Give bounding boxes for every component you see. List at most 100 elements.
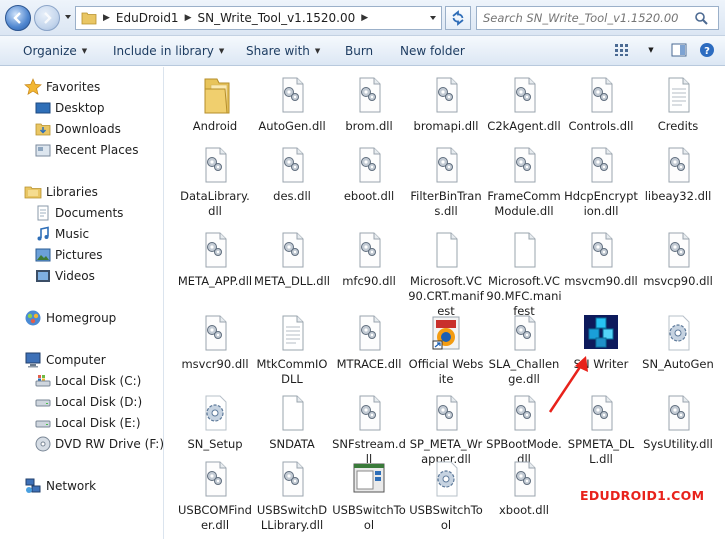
file-item[interactable]: Microsoft.VC90.MFC.manifest (485, 230, 563, 319)
file-name: MTRACE.dll (336, 357, 402, 371)
nav-downloads[interactable]: Downloads (35, 121, 121, 137)
chevron-right-icon[interactable]: ▶ (361, 13, 368, 23)
nav-documents[interactable]: Documents (35, 205, 123, 221)
file-item[interactable]: META_DLL.dll (253, 230, 331, 289)
file-item[interactable]: SN_Setup (176, 393, 254, 452)
nav-local-disk-e[interactable]: Local Disk (E:) (35, 415, 141, 431)
nav-label: Videos (55, 269, 95, 283)
file-item[interactable]: libeay32.dll (639, 145, 717, 204)
nav-label: Music (55, 227, 90, 241)
address-box[interactable]: ▶ EduDroid1 ▶ SN_Write_Tool_v1.1520.00 ▶ (75, 6, 442, 30)
nav-label: Network (46, 479, 97, 493)
nav-pictures[interactable]: Pictures (35, 247, 103, 263)
preview-pane-button[interactable] (669, 41, 689, 59)
file-item[interactable]: USBSwitchTool (407, 459, 485, 533)
file-item[interactable]: Android (176, 75, 254, 134)
view-dropdown[interactable]: ▼ (641, 41, 661, 59)
nav-homegroup[interactable]: Homegroup (24, 309, 116, 327)
file-item[interactable]: SNDATA (253, 393, 331, 452)
include-in-library-button[interactable]: Include in library ▼ (113, 44, 224, 58)
dll-file-icon (282, 232, 304, 268)
file-item[interactable]: AutoGen.dll (253, 75, 331, 134)
nav-label: Computer (46, 353, 106, 367)
organize-button[interactable]: Organize ▼ (23, 44, 87, 58)
file-icon-wrapper (428, 459, 464, 499)
nav-desktop[interactable]: Desktop (35, 100, 105, 116)
file-name: META_APP.dll (177, 274, 253, 288)
share-with-button[interactable]: Share with ▼ (246, 44, 320, 58)
homegroup-icon (25, 310, 41, 326)
file-item[interactable]: SNFstream.dll (330, 393, 408, 467)
file-item[interactable]: eboot.dll (330, 145, 408, 204)
back-button[interactable] (5, 5, 31, 31)
forward-button[interactable] (34, 5, 60, 31)
chevron-down-icon: ▼ (648, 46, 654, 54)
new-folder-button[interactable]: New folder (400, 44, 465, 58)
nav-videos[interactable]: Videos (35, 268, 95, 284)
file-item[interactable]: SN_AutoGen (639, 313, 717, 372)
file-item[interactable]: SysUtility.dll (639, 393, 717, 452)
watermark-text: EDUDROID1.COM (580, 488, 705, 503)
nav-local-disk-d[interactable]: Local Disk (D:) (35, 394, 142, 410)
file-item[interactable]: FrameCommModule.dll (485, 145, 563, 219)
search-input[interactable] (477, 11, 692, 25)
file-item[interactable]: Official Website (407, 313, 485, 387)
nav-recent-places[interactable]: Recent Places (35, 142, 138, 158)
file-name: SN_Setup (187, 437, 243, 451)
file-item[interactable]: msvcr90.dll (176, 313, 254, 372)
change-view-button[interactable] (613, 41, 633, 59)
refresh-button[interactable] (445, 6, 471, 30)
file-item[interactable]: bromapi.dll (407, 75, 485, 134)
nav-network[interactable]: Network (24, 477, 96, 495)
breadcrumb-item[interactable]: SN_Write_Tool_v1.1520.00 (198, 11, 356, 25)
help-button[interactable]: ? (697, 41, 717, 59)
dll-file-icon (514, 147, 536, 183)
file-item[interactable]: Controls.dll (562, 75, 640, 134)
file-icon-wrapper (197, 145, 233, 185)
nav-local-disk-c[interactable]: Local Disk (C:) (35, 373, 141, 389)
file-name: SNDATA (269, 437, 315, 451)
file-item[interactable]: xboot.dll (485, 459, 563, 518)
nav-favorites[interactable]: Favorites (24, 78, 100, 96)
file-item[interactable]: des.dll (253, 145, 331, 204)
file-item[interactable]: DataLibrary.dll (176, 145, 254, 219)
file-item[interactable]: HdcpEncryption.dll (562, 145, 640, 219)
nav-music[interactable]: Music (35, 226, 89, 242)
nav-libraries[interactable]: Libraries (24, 183, 98, 201)
chevron-down-icon[interactable] (429, 14, 437, 22)
file-icon-wrapper (274, 145, 310, 185)
chevron-right-icon[interactable]: ▶ (185, 13, 192, 23)
file-item[interactable]: FilterBinTrans.dll (407, 145, 485, 219)
nav-label: Homegroup (46, 311, 117, 325)
dll-file-icon (591, 147, 613, 183)
dll-file-icon (282, 461, 304, 497)
nav-computer[interactable]: Computer (24, 351, 106, 369)
file-item[interactable]: C2kAgent.dll (485, 75, 563, 134)
file-item[interactable]: Credits (639, 75, 717, 134)
file-item[interactable]: USBSwitchTool (330, 459, 408, 533)
file-name: FilterBinTrans.dll (410, 189, 482, 218)
file-icon-wrapper (583, 75, 619, 115)
burn-button[interactable]: Burn (345, 44, 373, 58)
file-item[interactable]: MTRACE.dll (330, 313, 408, 372)
file-item[interactable]: brom.dll (330, 75, 408, 134)
file-item[interactable]: Microsoft.VC90.CRT.manifest (407, 230, 485, 319)
search-box[interactable] (476, 6, 719, 30)
blank-file-icon (514, 232, 536, 268)
breadcrumb-item[interactable]: EduDroid1 (116, 11, 179, 25)
file-item[interactable]: MtkCommIODLL (253, 313, 331, 387)
nav-label: Local Disk (C:) (55, 374, 142, 388)
file-item[interactable]: USBSwitchDLLibrary.dll (253, 459, 331, 533)
file-name: xboot.dll (498, 503, 550, 517)
nav-label: DVD RW Drive (F:) PI (55, 437, 164, 451)
file-item[interactable]: USBCOMFinder.dll (176, 459, 254, 533)
file-item[interactable]: mfc90.dll (330, 230, 408, 289)
file-item[interactable]: msvcp90.dll (639, 230, 717, 289)
file-item[interactable]: msvcm90.dll (562, 230, 640, 289)
search-icon[interactable] (694, 11, 708, 25)
recent-pages-dropdown[interactable] (63, 12, 73, 22)
file-item[interactable]: SP_META_Wrapper.dll (407, 393, 485, 467)
file-icon-wrapper (506, 393, 542, 433)
file-item[interactable]: META_APP.dll (176, 230, 254, 289)
nav-dvd-drive[interactable]: DVD RW Drive (F:) PI (35, 436, 164, 452)
